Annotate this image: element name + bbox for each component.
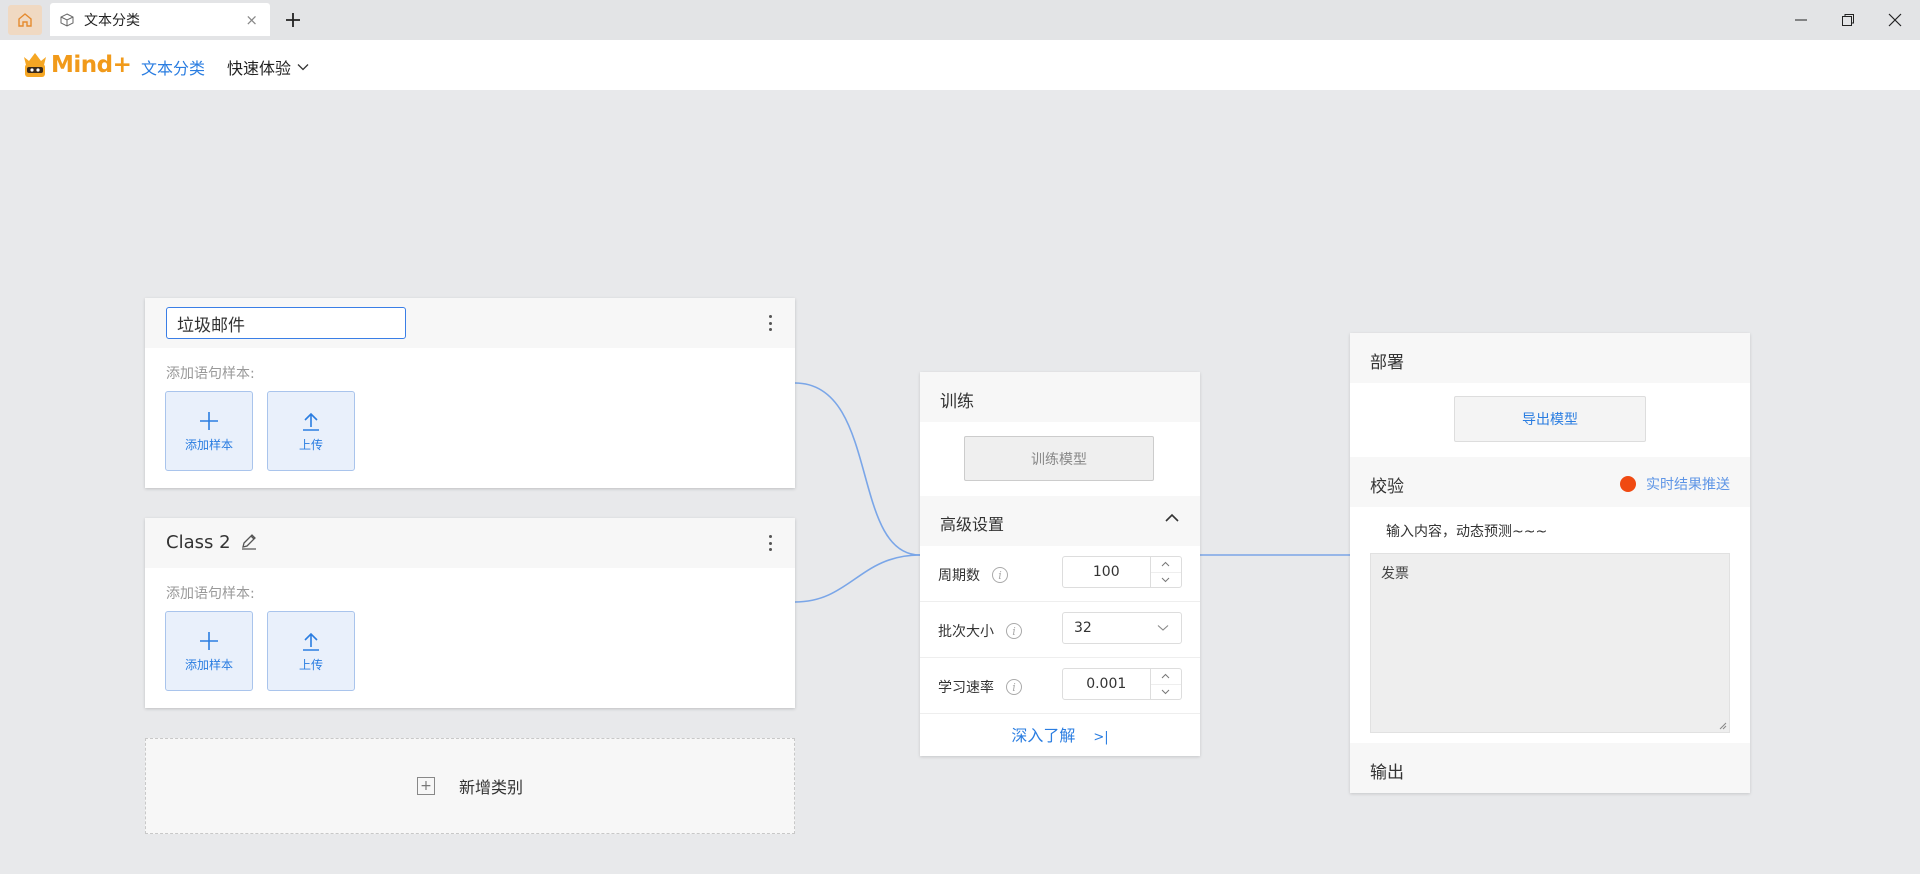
more-options-icon[interactable] [767, 313, 773, 333]
verify-title: 校验 [1370, 477, 1404, 497]
class-card-header: Class 2 [145, 518, 795, 568]
add-sample-label: 添加样本 [184, 437, 233, 452]
param-label: 批次大小 i [938, 621, 1022, 641]
chevron-down-icon [1161, 577, 1170, 582]
train-header: 训练 [920, 372, 1200, 422]
upload-icon [303, 412, 319, 431]
epochs-value[interactable]: 100 [1063, 557, 1150, 587]
add-class-label: 新增类别 [458, 778, 523, 797]
learning-rate-stepper[interactable]: 0.001 [1062, 668, 1182, 700]
connector-class1 [794, 382, 921, 556]
deploy-panel: 部署 导出模型 校验 实时结果推送 输入内容，动态预测~~~ 发票 输出 [1350, 333, 1750, 793]
train-title: 训练 [940, 392, 974, 412]
test-input-value: 发票 [1381, 566, 1409, 582]
class-card-header [145, 298, 795, 348]
add-sample-button[interactable]: 添加样本 [165, 611, 253, 691]
upload-button[interactable]: 上传 [267, 391, 355, 471]
samples-label: 添加语句样本: [166, 366, 255, 382]
resize-grip-icon[interactable] [1719, 722, 1727, 730]
param-label-text: 学习速率 [938, 680, 994, 696]
chevron-down-icon [1157, 625, 1169, 631]
learning-rate-value[interactable]: 0.001 [1063, 669, 1150, 699]
learn-more-label: 深入了解 [1011, 726, 1076, 745]
decrement-button[interactable] [1151, 685, 1181, 700]
chevron-up-icon [1161, 562, 1170, 567]
add-sample-label: 添加样本 [184, 657, 233, 672]
param-epochs: 周期数 i 100 [920, 546, 1200, 602]
input-hint: 输入内容，动态预测~~~ [1386, 524, 1548, 540]
epochs-stepper[interactable]: 100 [1062, 556, 1182, 588]
batch-size-value: 32 [1074, 620, 1092, 636]
upload-label: 上传 [298, 657, 323, 672]
class-card-1: 添加语句样本: 添加样本 上传 [145, 298, 795, 488]
upload-button[interactable]: 上传 [267, 611, 355, 691]
param-batch-size: 批次大小 i 32 [920, 602, 1200, 658]
advanced-settings-title: 高级设置 [940, 515, 1005, 534]
train-panel: 训练 训练模型 高级设置 周期数 i 100 批次大小 i 32 学习速率 i … [920, 372, 1200, 756]
arrow-to-end-icon: >| [1093, 730, 1109, 745]
decrement-button[interactable] [1151, 573, 1181, 588]
info-icon[interactable]: i [1006, 679, 1022, 695]
connector-class2 [794, 554, 921, 603]
increment-button[interactable] [1150, 557, 1181, 573]
train-model-button[interactable]: 训练模型 [964, 436, 1154, 481]
chevron-up-icon[interactable] [1164, 513, 1180, 523]
param-label: 学习速率 i [938, 677, 1022, 697]
param-label-text: 周期数 [938, 568, 980, 584]
export-model-button[interactable]: 导出模型 [1454, 396, 1646, 442]
plus-box-icon: + [416, 777, 435, 795]
param-label-text: 批次大小 [938, 624, 994, 640]
samples-label: 添加语句样本: [166, 586, 255, 602]
chevron-down-icon [1161, 689, 1170, 694]
upload-label: 上传 [298, 437, 323, 452]
batch-size-select[interactable]: 32 [1062, 612, 1182, 644]
more-options-icon[interactable] [767, 533, 773, 553]
test-input-textarea[interactable]: 发票 [1370, 553, 1730, 733]
chevron-up-icon [1161, 674, 1170, 679]
verify-header: 校验 实时结果推送 [1350, 457, 1750, 507]
advanced-settings-header[interactable]: 高级设置 [920, 496, 1200, 546]
class-name-input[interactable] [166, 307, 406, 339]
info-icon[interactable]: i [992, 567, 1008, 583]
class-name: Class 2 [166, 532, 231, 553]
param-learning-rate: 学习速率 i 0.001 [920, 658, 1200, 714]
plus-icon [200, 411, 218, 430]
plus-icon [200, 631, 218, 650]
deploy-title: 部署 [1370, 353, 1404, 373]
output-header: 输出 [1350, 743, 1750, 793]
param-label: 周期数 i [938, 565, 1008, 585]
status-dot [1620, 476, 1636, 492]
realtime-push-label: 实时结果推送 [1646, 477, 1730, 493]
edit-icon[interactable] [240, 532, 258, 550]
increment-button[interactable] [1150, 669, 1181, 685]
deploy-header: 部署 [1350, 333, 1750, 383]
add-class-button[interactable]: + 新增类别 [145, 738, 795, 834]
upload-icon [303, 632, 319, 651]
add-sample-button[interactable]: 添加样本 [165, 391, 253, 471]
output-title: 输出 [1370, 763, 1404, 783]
realtime-push-toggle[interactable]: 实时结果推送 [1620, 474, 1730, 494]
class-card-2: Class 2 添加语句样本: 添加样本 上传 [145, 518, 795, 708]
info-icon[interactable]: i [1006, 623, 1022, 639]
learn-more-link[interactable]: 深入了解 >| [920, 722, 1200, 746]
